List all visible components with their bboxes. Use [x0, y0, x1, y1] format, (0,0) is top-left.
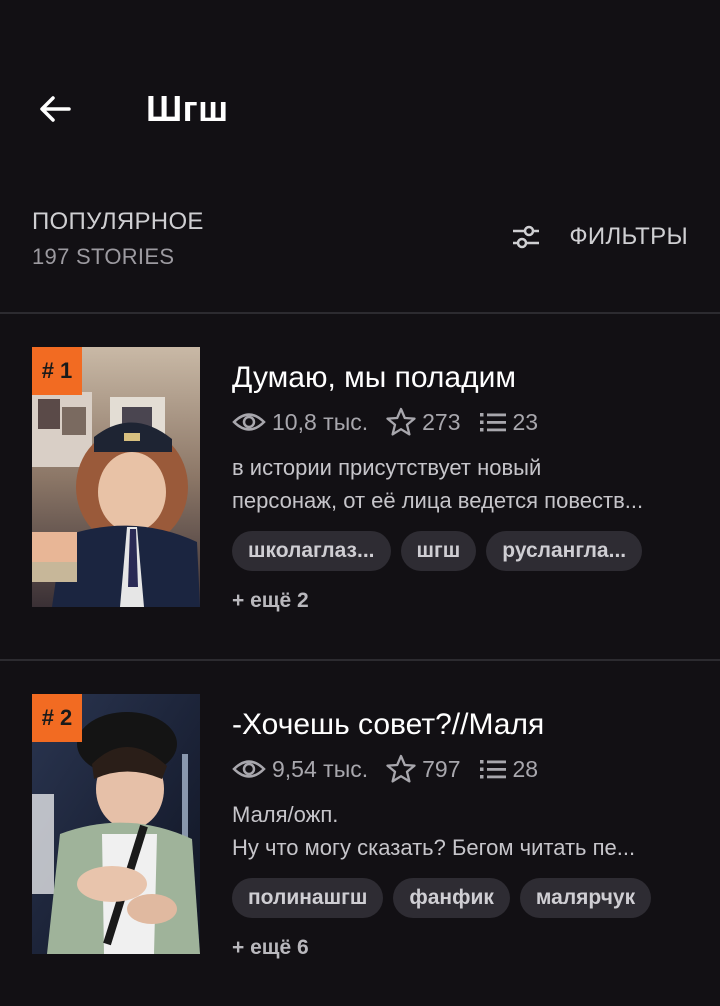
description-line: в истории присутствует новый: [232, 455, 542, 480]
votes-count: 797: [422, 755, 461, 782]
tag-chip[interactable]: шгш: [400, 531, 477, 571]
arrow-left-icon: [40, 96, 71, 122]
reads-count: 10,8 тыс.: [272, 408, 369, 435]
story-count: 197 STORIES: [32, 244, 175, 269]
page-title: Шгш: [146, 88, 229, 129]
tag-chip[interactable]: русланглa...: [486, 531, 643, 571]
description-line: Маля/ожп.: [232, 802, 339, 827]
parts-stat: 28: [479, 755, 539, 783]
back-button[interactable]: [30, 84, 80, 134]
description-line: Ну что могу сказать? Бегом читать пе...: [232, 835, 636, 860]
story-cover[interactable]: # 2: [32, 694, 200, 954]
reads-count: 9,54 тыс.: [272, 755, 369, 782]
rank-badge: # 2: [32, 694, 82, 742]
app-header: Шгш: [0, 0, 720, 200]
section-header: ПОПУЛЯРНОЕ 197 STORIES: [32, 208, 204, 270]
tag-chip[interactable]: малярчук: [519, 878, 652, 918]
tag-list: школаглаз... шгш русланглa...: [232, 531, 652, 571]
story-cover[interactable]: # 1: [32, 347, 200, 607]
tag-chip[interactable]: школаглаз...: [232, 531, 391, 571]
tag-chip[interactable]: фанфик: [393, 878, 510, 918]
story-stats: 9,54 тыс. 797 28: [232, 754, 556, 784]
votes-stat: 797: [386, 754, 461, 784]
reads-stat: 9,54 тыс.: [232, 756, 368, 783]
star-icon: [386, 754, 416, 783]
list-icon: [479, 760, 506, 779]
filters-label: ФИЛЬТРЫ: [569, 223, 688, 250]
filters-button[interactable]: ФИЛЬТРЫ: [511, 222, 688, 252]
sliders-icon: [513, 225, 540, 249]
parts-stat: 23: [479, 408, 539, 436]
description-line: персонаж, от её лица ведется повеств...: [232, 488, 644, 513]
divider: [0, 312, 720, 314]
tag-list: полинашгш фанфик малярчук: [232, 878, 661, 918]
votes-stat: 273: [386, 407, 461, 437]
story-description: Маля/ожп. Ну что могу сказать? Бегом чит…: [232, 798, 692, 864]
votes-count: 273: [422, 408, 461, 435]
rank-badge: # 1: [32, 347, 82, 395]
story-card[interactable]: # 1 Думаю, мы поладим 10,8 тыс. 273 23 в…: [0, 347, 720, 647]
section-title: ПОПУЛЯРНОЕ: [32, 208, 204, 235]
story-stats: 10,8 тыс. 273 23: [232, 407, 556, 437]
story-description: в истории присутствует новый персонаж, о…: [232, 451, 692, 517]
story-card[interactable]: # 2 -Хочешь совет?//Маля 9,54 тыс. 797 2…: [0, 694, 720, 994]
eye-icon: [232, 413, 266, 431]
eye-icon: [232, 760, 266, 778]
story-title[interactable]: Думаю, мы поладим: [232, 361, 516, 395]
divider: [0, 659, 720, 661]
parts-count: 23: [512, 408, 539, 435]
tag-chip[interactable]: полинашгш: [232, 878, 384, 918]
reads-stat: 10,8 тыс.: [232, 409, 368, 436]
more-tags-link[interactable]: + ещё 6: [232, 936, 309, 960]
list-icon: [479, 413, 506, 432]
more-tags-link[interactable]: + ещё 2: [232, 589, 309, 613]
story-title[interactable]: -Хочешь совет?//Маля: [232, 708, 544, 742]
star-icon: [386, 407, 416, 436]
parts-count: 28: [512, 755, 539, 782]
